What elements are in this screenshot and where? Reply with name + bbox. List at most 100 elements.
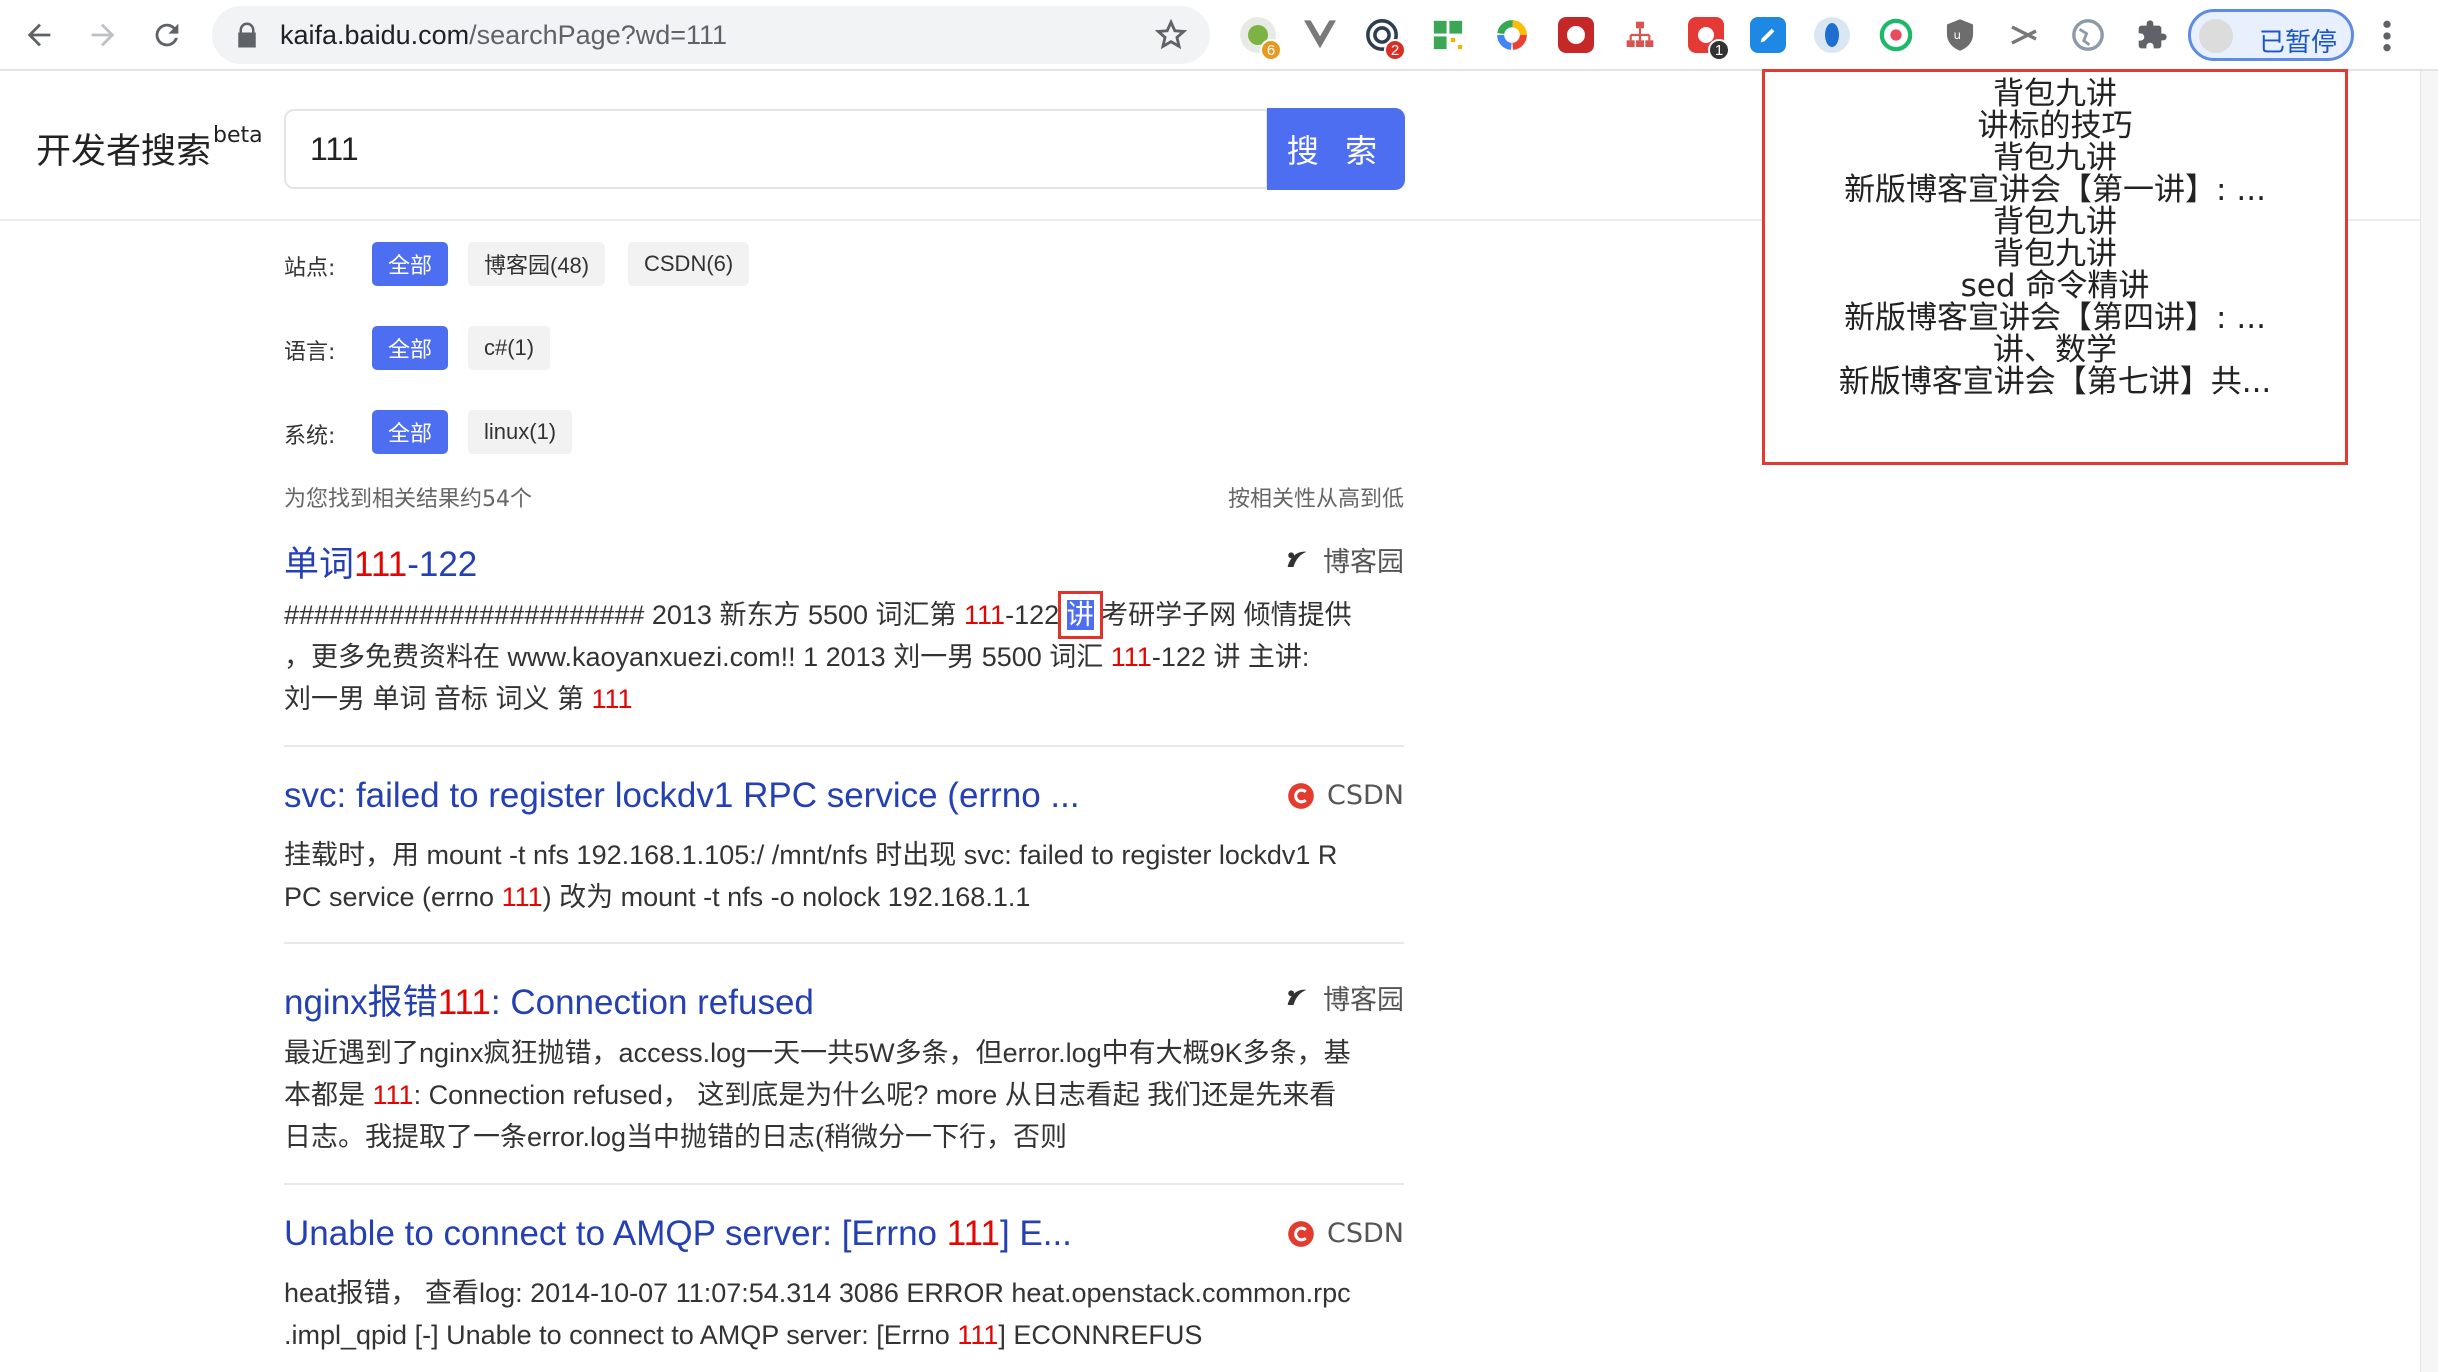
vue-logo-icon (1304, 20, 1336, 49)
csdn-icon (1288, 1220, 1314, 1247)
extension-globe-icon[interactable] (2070, 17, 2106, 53)
snippet-text: 挂载时，用 mount -t nfs 192.168.1.105:/ /mnt/… (284, 840, 1338, 870)
snippet-text: ) 改为 mount -t nfs -o nolock 192.168.1.1 (542, 882, 1031, 912)
result-title-link[interactable]: svc: failed to register lockdv1 RPC serv… (284, 776, 1080, 816)
extension-color-ring-icon[interactable] (1494, 17, 1530, 53)
results-summary: 为您找到相关结果约54个 按相关性从高到低 (284, 481, 1404, 513)
extension-target-icon[interactable]: 2 (1364, 17, 1406, 61)
sitemap-icon (1626, 21, 1654, 47)
filter-chip-site-all[interactable]: 全部 (372, 242, 449, 286)
globe-icon (2072, 19, 2104, 51)
title-text: 单词 (284, 545, 355, 584)
site-title-text: 开发者搜索 (36, 132, 212, 172)
green-circle-icon (1879, 18, 1913, 52)
result-title-link[interactable]: nginx报错111: Connection refused (284, 974, 814, 1025)
extension-blue-pen-icon[interactable] (1750, 17, 1786, 53)
extension-blue-orb-icon[interactable] (1814, 17, 1850, 53)
annotation-item: 背包九讲 (1993, 236, 2117, 272)
result-source-label: CSDN (1327, 1218, 1404, 1249)
extension-vue-icon[interactable] (1302, 17, 1338, 53)
extension-sitemap-icon[interactable] (1622, 17, 1658, 53)
browser-toolbar: kaifa.baidu.com/searchPage?wd=111 6 2 1 … (0, 0, 2438, 71)
snippet-line: 挂载时，用 mount -t nfs 192.168.1.105:/ /mnt/… (284, 834, 1409, 876)
lock-icon (238, 22, 256, 48)
scissors-icon (2011, 25, 2037, 45)
address-bar[interactable]: kaifa.baidu.com/searchPage?wd=111 (212, 6, 1210, 64)
snippet-line: .impl_qpid [-] Unable to connect to AMQP… (284, 1314, 1409, 1356)
title-highlight: 111 (946, 1214, 1000, 1253)
extensions-puzzle-icon[interactable] (2134, 17, 2170, 53)
result-title-link[interactable]: 单词111-122 (284, 536, 477, 587)
result-item: nginx报错111: Connection refused 博客园 最近遇到了… (284, 974, 1404, 1185)
snippet-text: ] ECONNREFUS (998, 1320, 1203, 1350)
snippet-line: PC service (errno 111) 改为 mount -t nfs -… (284, 876, 1409, 918)
filter-chip-language-all[interactable]: 全部 (372, 326, 449, 370)
annotation-item: 新版博客宣讲会【第一讲】: ... (1844, 172, 2266, 208)
filter-chip-cnblogs[interactable]: 博客园(48) (468, 242, 606, 286)
extension-grid-icon[interactable] (1430, 17, 1466, 53)
extension-badge: 1 (1708, 39, 1730, 61)
svg-text:u: u (1953, 28, 1960, 42)
page-scrollbar[interactable] (2420, 71, 2438, 1372)
filter-chip-linux[interactable]: linux(1) (468, 410, 573, 454)
result-title-link[interactable]: Unable to connect to AMQP server: [Errno… (284, 1214, 1072, 1254)
reload-icon (155, 23, 179, 47)
shield-icon: u (1946, 19, 1974, 51)
cnblogs-icon (1287, 989, 1307, 1005)
result-source: CSDN (1287, 1218, 1404, 1249)
snippet-highlight: 111 (1110, 642, 1152, 672)
csdn-icon (1288, 782, 1314, 809)
result-item: Unable to connect to AMQP server: [Errno… (284, 1214, 1404, 1372)
result-source-label: 博客园 (1323, 547, 1404, 578)
snippet-highlight: 111 (957, 1320, 999, 1350)
search-input-value: 111 (310, 131, 359, 167)
filter-chip-csharp[interactable]: c#(1) (468, 326, 551, 370)
search-button[interactable]: 搜 索 (1267, 108, 1405, 190)
url-text[interactable]: kaifa.baidu.com/searchPage?wd=111 (280, 20, 727, 51)
pen-icon (1760, 28, 1775, 43)
search-input[interactable]: 111 (284, 109, 1268, 189)
result-count: 为您找到相关结果约54个 (284, 487, 532, 512)
result-item: 单词111-122 博客园 ######################## 2… (284, 536, 1404, 747)
bookmark-star-icon[interactable] (1154, 18, 1188, 52)
profile-status-label: 已暂停 (2259, 28, 2338, 58)
snippet-line: ，更多免费资料在 www.kaoyanxuezi.com!! 1 2013 刘一… (284, 636, 1409, 678)
arrow-left-icon (27, 23, 51, 47)
snippet-text: : Connection refused， 这到底是为什么呢? more 从日志… (413, 1080, 1337, 1110)
forward-button[interactable] (80, 12, 126, 58)
result-item: svc: failed to register lockdv1 RPC serv… (284, 776, 1404, 944)
arrow-right-icon (91, 23, 115, 47)
extension-red-square-icon[interactable]: 1 (1688, 17, 1730, 61)
back-button[interactable] (16, 12, 62, 58)
extension-ublock-icon[interactable]: u (1942, 17, 1978, 53)
snippet-line: 最近遇到了nginx疯狂抛错，access.log一天一共5W多条，但error… (284, 1032, 1409, 1074)
annotation-list: 背包九讲 讲标的技巧 背包九讲 新版博客宣讲会【第一讲】: ... 背包九讲 背… (1765, 72, 2345, 398)
extension-red-paw-icon[interactable] (1558, 17, 1594, 53)
result-source-label: 博客园 (1323, 985, 1404, 1016)
filter-label-system: 系统: (284, 424, 336, 449)
extension-green-dot-icon[interactable]: 6 (1240, 17, 1282, 61)
beta-label: beta (213, 123, 263, 149)
snippet-text: -122 讲 主讲: (1151, 642, 1310, 672)
extension-badge: 2 (1384, 39, 1406, 61)
title-text: nginx报错 (284, 983, 438, 1022)
extension-green-circle-icon[interactable] (1878, 17, 1914, 53)
title-highlight: 111 (437, 983, 491, 1022)
snippet-line: 本都是 111: Connection refused， 这到底是为什么呢? m… (284, 1074, 1409, 1116)
snippet-text: 本都是 (284, 1080, 373, 1110)
snippet-text: .impl_qpid [-] Unable to connect to AMQP… (284, 1320, 958, 1350)
filter-chip-csdn[interactable]: CSDN(6) (628, 242, 750, 286)
annotation-item: 背包九讲 (1993, 76, 2117, 112)
title-text: : Connection refused (490, 983, 814, 1022)
site-logo-title[interactable]: 开发者搜索beta (36, 123, 263, 174)
reload-button[interactable] (144, 12, 190, 58)
more-menu-icon[interactable] (2372, 16, 2402, 56)
profile-button[interactable]: 已暂停 (2188, 9, 2354, 61)
snippet-text: ######################## 2013 新东方 5500 词… (284, 600, 965, 630)
filter-chip-system-all[interactable]: 全部 (372, 410, 449, 454)
extension-scissors-icon[interactable] (2006, 17, 2042, 53)
annotation-item: 背包九讲 (1993, 140, 2117, 176)
avatar (2199, 19, 2233, 53)
sort-order-button[interactable]: 按相关性从高到低 (1228, 481, 1404, 513)
snippet-line: heat报错， 查看log: 2014-10-07 11:07:54.314 3… (284, 1272, 1409, 1314)
